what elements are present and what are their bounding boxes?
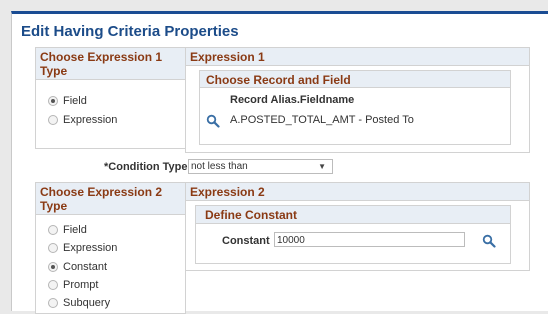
expr1-panel: Expression 1 Choose Record and Field Rec… (185, 47, 530, 153)
expr2-prompt-label: Prompt (63, 279, 99, 291)
record-alias-column-label: Record Alias.Fieldname (230, 94, 355, 106)
expr1-type-field-option[interactable]: Field (48, 93, 87, 109)
expr2-type-panel: Choose Expression 2 Type Field Expressio… (35, 182, 186, 314)
define-constant-header: Define Constant (196, 206, 510, 224)
expr2-type-field-option[interactable]: Field (48, 222, 87, 238)
condition-type-select[interactable]: not less than ▼ (188, 159, 333, 174)
condition-type-label: *Condition Type (104, 161, 188, 173)
dialog-title: Edit Having Criteria Properties (21, 23, 239, 40)
expr2-prompt-radio[interactable] (48, 280, 58, 290)
expr1-type-header: Choose Expression 1 Type (36, 48, 185, 80)
constant-input[interactable]: 10000 (274, 232, 465, 247)
expr2-type-header: Choose Expression 2 Type (36, 183, 185, 215)
expr2-header: Expression 2 (186, 183, 529, 201)
expr1-field-radio[interactable] (48, 96, 58, 106)
expr2-field-label: Field (63, 224, 87, 236)
constant-label: Constant (222, 235, 270, 247)
expr1-type-expression-option[interactable]: Expression (48, 112, 117, 128)
chevron-down-icon: ▼ (318, 162, 326, 171)
expr2-constant-label: Constant (63, 261, 108, 273)
define-constant-panel: Define Constant Constant 10000 (195, 205, 511, 264)
expr2-constant-radio[interactable] (48, 262, 58, 272)
expr2-type-expression-option[interactable]: Expression (48, 240, 117, 256)
record-field-panel: Choose Record and Field Record Alias.Fie… (199, 70, 511, 145)
magnifier-icon[interactable] (206, 114, 220, 128)
expr1-expression-radio[interactable] (48, 115, 58, 125)
expr1-type-panel: Choose Expression 1 Type Field Expressio… (35, 47, 186, 149)
expr2-subquery-radio[interactable] (48, 298, 58, 308)
record-field-header: Choose Record and Field (200, 71, 510, 88)
expr2-expression-radio[interactable] (48, 243, 58, 253)
expr1-header: Expression 1 (186, 48, 529, 66)
expr2-field-radio[interactable] (48, 225, 58, 235)
expr2-expression-label: Expression (63, 242, 118, 254)
expr2-type-constant-option[interactable]: Constant (48, 259, 107, 275)
condition-type-value: not less than (191, 161, 248, 172)
expr1-expression-label: Expression (63, 114, 118, 126)
expr1-field-label: Field (63, 95, 87, 107)
expr2-type-prompt-option[interactable]: Prompt (48, 277, 98, 293)
edit-having-criteria-dialog: Edit Having Criteria Properties Choose E… (11, 11, 548, 314)
expr2-panel: Expression 2 Define Constant Constant 10… (185, 182, 530, 271)
expr2-subquery-label: Subquery (63, 297, 111, 309)
record-field-value: A.POSTED_TOTAL_AMT - Posted To (230, 114, 414, 126)
magnifier-icon[interactable] (482, 234, 496, 248)
